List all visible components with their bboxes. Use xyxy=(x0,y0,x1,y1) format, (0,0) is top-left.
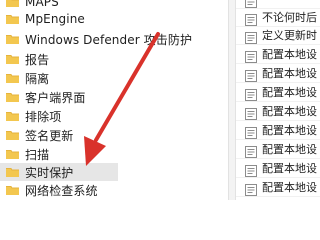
tree-item-label: 客户端界面 xyxy=(25,90,86,105)
folder-icon xyxy=(6,111,19,121)
tree-item-label: 排除项 xyxy=(25,109,62,124)
policy-setting-icon xyxy=(245,143,257,158)
folder-icon xyxy=(6,185,19,195)
tree-item-label: 网络检查系统 xyxy=(25,183,98,198)
policy-settings-list: 不论何时后 定义更新时 配置本地设 配置本地设 配置本地设 配置本地设 配置本地… xyxy=(236,0,320,200)
tree-item-label: 签名更新 xyxy=(25,128,74,143)
folder-icon xyxy=(6,0,19,7)
policy-setting-icon xyxy=(245,105,257,120)
tree-item-signature-updates[interactable]: 签名更新 xyxy=(0,126,73,144)
tree-item-scan[interactable]: 扫描 xyxy=(0,145,49,163)
setting-row[interactable]: 配置本地设 xyxy=(236,102,320,121)
setting-row[interactable]: 配置本地设 xyxy=(236,64,320,83)
tree-item-network-inspection-system[interactable]: 网络检查系统 xyxy=(0,181,98,199)
setting-row[interactable]: 配置本地设 xyxy=(236,83,320,102)
folder-icon xyxy=(6,130,19,140)
folder-icon xyxy=(6,92,19,102)
setting-label: 定义更新时 xyxy=(262,29,317,42)
tree-item-label: 隔离 xyxy=(25,71,50,86)
tree-item-windows-defender-exploit-guard[interactable]: Windows Defender 攻击防护 xyxy=(0,30,192,48)
setting-label: 配置本地设 xyxy=(262,105,317,118)
tree-item-exclusions[interactable]: 排除项 xyxy=(0,107,61,125)
policy-tree-pane: MAPS MpEngine Windows Defender 攻击防护 报告 隔… xyxy=(0,0,228,200)
tree-item-label: 实时保护 xyxy=(25,165,74,180)
tree-item-label: 报告 xyxy=(25,52,50,67)
tree-item-label: 扫描 xyxy=(25,147,50,162)
setting-label: 配置本地设 xyxy=(262,162,317,175)
policy-setting-icon xyxy=(245,29,257,44)
policy-setting-icon xyxy=(245,11,257,26)
policy-setting-icon xyxy=(245,48,257,63)
setting-row[interactable]: 配置本地设 xyxy=(236,159,320,178)
folder-icon xyxy=(6,167,19,177)
setting-label: 配置本地设 xyxy=(262,181,317,194)
tree-item-label: MpEngine xyxy=(25,12,85,26)
folder-icon xyxy=(6,34,19,44)
folder-icon xyxy=(6,54,19,64)
policy-setting-icon xyxy=(245,67,257,82)
group-policy-editor-window: MAPS MpEngine Windows Defender 攻击防护 报告 隔… xyxy=(0,0,320,200)
setting-label: 配置本地设 xyxy=(262,86,317,99)
tree-item-real-time-protection[interactable]: 实时保护 xyxy=(0,163,118,181)
policy-setting-icon xyxy=(245,162,257,177)
policy-setting-icon xyxy=(245,181,257,196)
policy-setting-icon xyxy=(245,0,257,8)
setting-row[interactable]: 配置本地设 xyxy=(236,45,320,64)
policy-setting-icon xyxy=(245,124,257,139)
policy-setting-icon xyxy=(245,86,257,101)
setting-row[interactable]: 配置本地设 xyxy=(236,121,320,140)
folder-icon xyxy=(6,149,19,159)
tree-item-mpengine[interactable]: MpEngine xyxy=(0,10,85,28)
tree-item-reporting[interactable]: 报告 xyxy=(0,50,49,68)
setting-label: 配置本地设 xyxy=(262,124,317,137)
setting-row[interactable]: 不论何时后 xyxy=(236,8,320,27)
setting-row[interactable]: 配置本地设 xyxy=(236,178,320,197)
setting-label: 配置本地设 xyxy=(262,143,317,156)
setting-label: 配置本地设 xyxy=(262,67,317,80)
setting-row[interactable]: 定义更新时 xyxy=(236,26,320,45)
tree-item-label: MAPS xyxy=(25,0,59,9)
tree-item-quarantine[interactable]: 隔离 xyxy=(0,69,49,87)
folder-icon xyxy=(6,14,19,24)
tree-item-client-interface[interactable]: 客户端界面 xyxy=(0,88,86,106)
folder-icon xyxy=(6,73,19,83)
tree-item-label: Windows Defender 攻击防护 xyxy=(25,32,193,47)
setting-label: 不论何时后 xyxy=(262,11,317,24)
setting-row[interactable]: 配置本地设 xyxy=(236,140,320,159)
pane-splitter[interactable] xyxy=(228,0,236,200)
setting-label: 配置本地设 xyxy=(262,48,317,61)
